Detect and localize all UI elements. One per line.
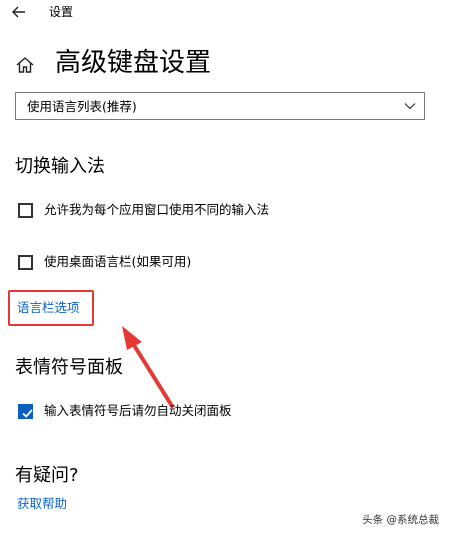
- page-title: 高级键盘设置: [55, 48, 212, 78]
- help-heading: 有疑问?: [15, 465, 79, 486]
- app-title: 设置: [49, 5, 74, 19]
- home-icon[interactable]: [15, 55, 35, 75]
- chevron-down-icon: [404, 103, 416, 110]
- switch-input-heading: 切换输入法: [15, 156, 105, 177]
- input-method-select[interactable]: 使用语言列表(推荐): [15, 92, 425, 120]
- per-app-input-label: 允许我为每个应用窗口使用不同的输入法: [44, 202, 270, 217]
- check-icon: [22, 408, 33, 418]
- input-method-select-value: 使用语言列表(推荐): [27, 99, 137, 114]
- emoji-panel-label: 输入表情符号后请勿自动关闭面板: [44, 403, 232, 418]
- per-app-input-checkbox[interactable]: [18, 202, 33, 218]
- arrow-left-icon: [12, 6, 25, 18]
- desktop-language-bar-checkbox-row[interactable]: 使用桌面语言栏(如果可用): [18, 254, 191, 270]
- back-button[interactable]: [10, 3, 28, 21]
- watermark: 头条 @系统总裁: [362, 514, 439, 526]
- emoji-panel-heading: 表情符号面板: [15, 357, 123, 378]
- desktop-language-bar-checkbox[interactable]: [18, 254, 33, 270]
- get-help-link[interactable]: 获取帮助: [17, 496, 67, 512]
- desktop-language-bar-label: 使用桌面语言栏(如果可用): [44, 254, 192, 269]
- emoji-panel-checkbox-row[interactable]: 输入表情符号后请勿自动关闭面板: [18, 403, 232, 419]
- annotation-highlight-box: [8, 290, 94, 326]
- emoji-panel-checkbox[interactable]: [18, 403, 33, 419]
- per-app-input-checkbox-row[interactable]: 允许我为每个应用窗口使用不同的输入法: [18, 202, 269, 218]
